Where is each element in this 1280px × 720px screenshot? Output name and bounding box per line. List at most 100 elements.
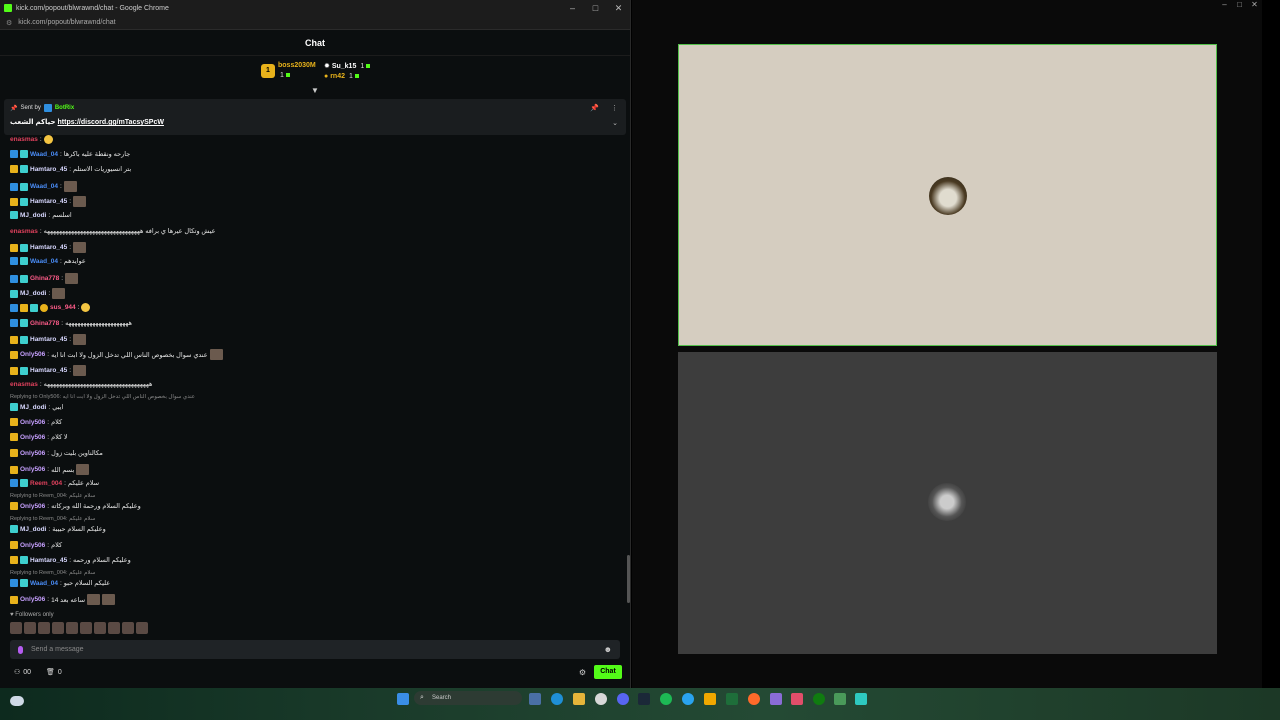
collapse-leaderboard-icon[interactable]: ▼ (311, 86, 319, 95)
pinned-sender[interactable]: BotRix (55, 105, 74, 111)
chat-message[interactable]: Only506: 14 ساعه بعد (10, 594, 116, 605)
steam-icon[interactable] (638, 693, 650, 705)
expand-pinned-chevron-icon[interactable]: ⌄ (612, 119, 618, 127)
maximize-icon[interactable]: □ (1232, 0, 1247, 12)
avatar[interactable] (80, 622, 92, 634)
chat-message[interactable]: Only506: مكالناوين بليت زول (10, 449, 103, 457)
chat-scrollbar[interactable] (627, 555, 630, 603)
chat-message[interactable]: Only506: بسم الله (10, 464, 90, 475)
close-icon[interactable]: ✕ (607, 3, 630, 14)
app-icon[interactable] (834, 693, 846, 705)
chat-message[interactable]: Waad_04: جارحه ونقطة عليه باكرها (10, 150, 130, 158)
chat-message[interactable]: Ghina778: هههههههههههههههههههههه (10, 319, 132, 327)
chat-message[interactable]: Hamtaro_45: بتر انسيوريات الاستلم (10, 165, 131, 173)
participant-avatar (929, 177, 967, 215)
avatar[interactable] (136, 622, 148, 634)
followers-only-notice: ♥ Followers only (10, 612, 54, 618)
chat-message[interactable]: enasmas: ههههههههههههههههههههههههههههههه… (10, 380, 152, 389)
chat-message[interactable]: Only506: لا كلام (10, 433, 68, 441)
weather-icon[interactable] (10, 696, 24, 706)
window-titlebar: kick.com/popout/blwrawnd/chat - Google C… (0, 0, 630, 16)
file-explorer-icon[interactable] (573, 693, 585, 705)
pin-icon: 📌 (10, 105, 18, 112)
chat-message[interactable]: MJ_dodi: وعليكم السلام حبيبة (10, 525, 106, 533)
app-icon[interactable] (748, 693, 760, 705)
close-icon[interactable]: ✕ (1247, 0, 1262, 12)
chat-message[interactable]: Only506: كلام (10, 541, 62, 549)
address-bar[interactable]: ⚙ kick.com/popout/blwrawnd/chat (0, 16, 630, 30)
chat-message[interactable]: Hamtaro_45: (10, 365, 87, 376)
reply-context[interactable]: Replying to Only506: عندي سوال بخصوص الن… (10, 394, 195, 400)
chat-message[interactable]: Hamtaro_45: وعليكم السلام ورحمه (10, 556, 131, 564)
leader-2[interactable]: ✹ Su_k15 1 (324, 62, 371, 70)
app-icon[interactable] (791, 693, 803, 705)
site-info-icon[interactable]: ⚙ (6, 19, 12, 27)
unpin-icon[interactable]: 📌 (590, 104, 599, 112)
chat-message[interactable]: MJ_dodi: اسلسم (10, 211, 72, 219)
more-options-icon[interactable]: ⋮ (611, 104, 618, 112)
chat-message[interactable]: enasmas: عيش وتكال عيرها ي برافه ههههههه… (10, 227, 216, 236)
chrome-icon[interactable] (595, 693, 607, 705)
gifts-stat[interactable]: 🗑 0 (46, 668, 62, 677)
leader-2-star-icon: ✹ (324, 63, 330, 70)
message-input[interactable]: Send a message ☻ (10, 640, 620, 659)
stream-titlebar: – □ ✕ (632, 0, 1262, 12)
maximize-icon[interactable]: □ (584, 3, 607, 14)
participant-tile-1[interactable] (678, 44, 1217, 346)
chat-message[interactable]: Ghina778: (10, 273, 79, 284)
avatar[interactable] (108, 622, 120, 634)
avatar[interactable] (122, 622, 134, 634)
app-icon[interactable] (770, 693, 782, 705)
chat-messages: enasmas: Waad_04: جارحه ونقطة عليه باكره… (0, 135, 628, 635)
minimize-icon[interactable]: – (561, 3, 584, 14)
avatar[interactable] (52, 622, 64, 634)
discord-icon[interactable] (617, 693, 629, 705)
pinned-link[interactable]: https://discord.gg/mTacsySPcW (58, 119, 164, 126)
participant-avatar (928, 483, 966, 521)
avatar[interactable] (10, 622, 22, 634)
windows-start-icon[interactable] (397, 693, 409, 705)
leader-1[interactable]: boss2030M (278, 62, 316, 69)
chat-settings-gear-icon[interactable]: ⚙ (579, 668, 586, 677)
taskview-icon[interactable] (529, 693, 541, 705)
xbox-icon[interactable] (813, 693, 825, 705)
edge-icon[interactable] (551, 693, 563, 705)
reply-context[interactable]: Replying to Reem_004: سلام عليكم (10, 493, 95, 499)
taskbar-search[interactable]: ⌕ Search (414, 691, 522, 705)
chat-message[interactable]: Waad_04: (10, 181, 77, 192)
desktop: kick.com/popout/blwrawnd/chat - Google C… (0, 0, 1280, 720)
send-chat-button[interactable]: Chat (594, 665, 622, 679)
chat-message[interactable]: Reem_004: سلام عليكم (10, 479, 99, 487)
reply-context[interactable]: Replying to Reem_004: سلام عليكم (10, 570, 95, 576)
avatar[interactable] (94, 622, 106, 634)
emoji-picker-icon[interactable]: ☻ (604, 645, 612, 654)
avatar[interactable] (38, 622, 50, 634)
spotify-icon[interactable] (660, 693, 672, 705)
leader-1-count: 1 (278, 72, 290, 79)
chat-message[interactable]: sus_944: (10, 303, 91, 312)
chat-message[interactable]: Waad_04: عوايدهم (10, 257, 86, 265)
chat-message[interactable]: Only506: عندي سوال بخصوص الناس اللي تدخل… (10, 349, 223, 360)
app-icon[interactable] (855, 693, 867, 705)
chat-message[interactable]: Hamtaro_45: (10, 334, 87, 345)
app-icon[interactable] (726, 693, 738, 705)
chat-message[interactable]: Waad_04: عليكم السلام حبو (10, 579, 110, 587)
minimize-icon[interactable]: – (1217, 0, 1232, 12)
reply-context[interactable]: Replying to Reem_004: سلام عليكم (10, 516, 95, 522)
chat-message[interactable]: Hamtaro_45: (10, 196, 87, 207)
leader-3[interactable]: ● rn42 1 (324, 73, 359, 80)
avatar[interactable] (24, 622, 36, 634)
search-icon: ⌕ (420, 694, 424, 701)
chat-message[interactable]: MJ_dodi: (10, 288, 66, 299)
avatar[interactable] (66, 622, 78, 634)
chat-message[interactable]: Hamtaro_45: (10, 242, 87, 253)
mic-icon[interactable] (18, 645, 23, 654)
app-icon[interactable] (704, 693, 716, 705)
chat-message[interactable]: Only506: كلام (10, 418, 62, 426)
chat-message[interactable]: Only506: وعليكم السلام ورحمة الله وبركات… (10, 502, 141, 510)
users-stat[interactable]: ⚇ 00 (14, 668, 31, 677)
chat-message[interactable]: MJ_dodi: ايبي (10, 403, 63, 411)
chat-message[interactable]: enasmas: (10, 135, 53, 144)
app-icon[interactable] (682, 693, 694, 705)
participant-tile-2[interactable] (678, 352, 1217, 654)
